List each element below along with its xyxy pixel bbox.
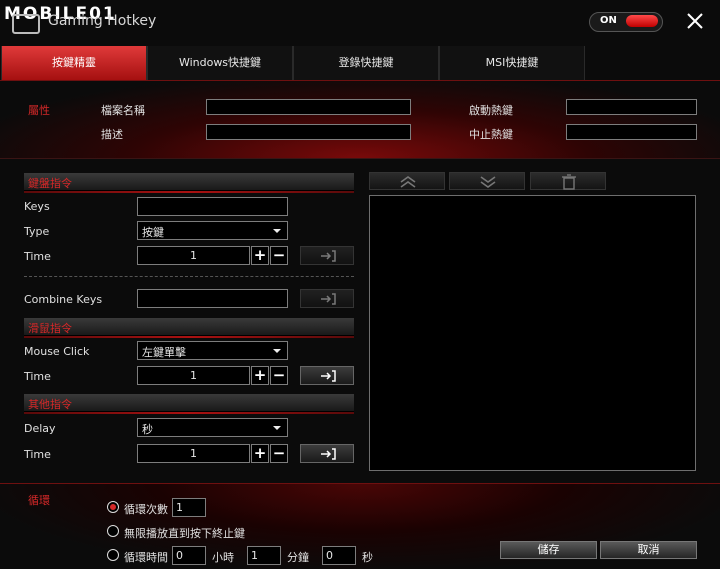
keyboard-time-input[interactable]: 1 [137, 246, 250, 265]
close-icon[interactable] [683, 9, 707, 33]
power-toggle-knob[interactable] [626, 15, 658, 27]
divider [0, 158, 720, 159]
mouse-time-label: Time [24, 370, 51, 383]
mouse-section-label: 滑鼠指令 [28, 322, 72, 335]
delete-button[interactable] [530, 172, 606, 190]
tab-windows-hotkeys[interactable]: Windows快捷鍵 [147, 46, 293, 80]
save-button[interactable]: 儲存 [500, 541, 597, 559]
double-chevron-down-icon [480, 176, 496, 188]
loop-section-label: 循環 [28, 494, 50, 507]
loop-time-radio[interactable] [107, 549, 119, 561]
keyboard-time-label: Time [24, 250, 51, 263]
trash-icon [562, 174, 576, 190]
filename-field[interactable] [206, 99, 411, 115]
keys-field[interactable] [137, 197, 288, 216]
description-label: 描述 [101, 128, 123, 141]
description-field[interactable] [206, 124, 411, 140]
insert-icon [321, 448, 336, 460]
loop-time-label: 循環時間 [124, 551, 168, 564]
keys-label: Keys [24, 200, 50, 213]
hours-label: 小時 [212, 551, 234, 564]
keyboard-time-plus-button[interactable]: + [251, 246, 269, 265]
seconds-label: 秒 [362, 551, 373, 564]
loop-count-input[interactable]: 1 [172, 498, 206, 517]
other-time-input[interactable]: 1 [137, 444, 250, 463]
loop-count-radio[interactable] [107, 501, 119, 513]
mouse-click-select[interactable]: 左鍵單擊 [137, 341, 288, 360]
delay-select[interactable]: 秒 [137, 418, 288, 437]
loop-until-stop-label: 無限播放直到按下終止鍵 [124, 527, 245, 540]
cancel-button[interactable]: 取消 [600, 541, 697, 559]
other-section-label: 其他指令 [28, 398, 72, 411]
mouse-time-plus-button[interactable]: + [251, 366, 269, 385]
tab-login-hotkeys[interactable]: 登錄快捷鍵 [293, 46, 439, 80]
chevron-down-icon [273, 349, 281, 353]
tab-macro[interactable]: 按鍵精靈 [1, 46, 147, 80]
mouse-click-select-value: 左鍵單擊 [142, 346, 186, 359]
divider [0, 483, 720, 484]
stop-hotkey-field[interactable] [566, 124, 697, 140]
move-down-button[interactable] [449, 172, 525, 190]
double-chevron-up-icon [400, 176, 416, 188]
keyboard-section-label: 鍵盤指令 [28, 177, 72, 190]
mouse-time-minus-button[interactable]: − [270, 366, 288, 385]
loop-count-label: 循環次數 [124, 503, 168, 516]
chevron-down-icon [273, 229, 281, 233]
dashed-divider [24, 276, 354, 277]
loop-hours-input[interactable]: 0 [172, 546, 206, 565]
minutes-label: 分鐘 [287, 551, 309, 564]
start-hotkey-label: 啟動熱鍵 [469, 104, 513, 117]
mouse-section-header: 滑鼠指令 [24, 318, 354, 338]
combine-keys-field[interactable] [137, 289, 288, 308]
keyboard-insert-button[interactable] [300, 246, 354, 265]
delay-label: Delay [24, 422, 56, 435]
loop-seconds-input[interactable]: 0 [322, 546, 356, 565]
properties-section-label: 屬性 [28, 104, 50, 117]
type-select-value: 按鍵 [142, 226, 164, 239]
other-time-minus-button[interactable]: − [270, 444, 288, 463]
mouse-insert-button[interactable] [300, 366, 354, 385]
tab-msi-hotkeys[interactable]: MSI快捷鍵 [439, 46, 585, 80]
other-section-header: 其他指令 [24, 394, 354, 414]
combine-keys-label: Combine Keys [24, 293, 103, 306]
loop-until-stop-radio[interactable] [107, 525, 119, 537]
other-time-plus-button[interactable]: + [251, 444, 269, 463]
loop-minutes-input[interactable]: 1 [247, 546, 281, 565]
insert-icon [321, 293, 336, 305]
combine-insert-button[interactable] [300, 289, 354, 308]
keyboard-icon [12, 14, 40, 34]
type-select[interactable]: 按鍵 [137, 221, 288, 240]
keyboard-time-minus-button[interactable]: − [270, 246, 288, 265]
stop-hotkey-label: 中止熱鍵 [469, 128, 513, 141]
type-label: Type [24, 225, 50, 238]
insert-icon [321, 250, 336, 262]
filename-label: 檔案名稱 [101, 104, 145, 117]
mouse-time-input[interactable]: 1 [137, 366, 250, 385]
delay-select-value: 秒 [142, 423, 153, 436]
command-list[interactable] [369, 195, 696, 471]
mouse-click-label: Mouse Click [24, 345, 90, 358]
power-toggle-label: ON [600, 15, 617, 26]
other-insert-button[interactable] [300, 444, 354, 463]
insert-icon [321, 370, 336, 382]
chevron-down-icon [273, 426, 281, 430]
move-up-button[interactable] [369, 172, 445, 190]
app-title: Gaming Hotkey [48, 13, 157, 29]
properties-panel [0, 81, 720, 159]
keyboard-section-header: 鍵盤指令 [24, 173, 354, 193]
start-hotkey-field[interactable] [566, 99, 697, 115]
other-time-label: Time [24, 448, 51, 461]
